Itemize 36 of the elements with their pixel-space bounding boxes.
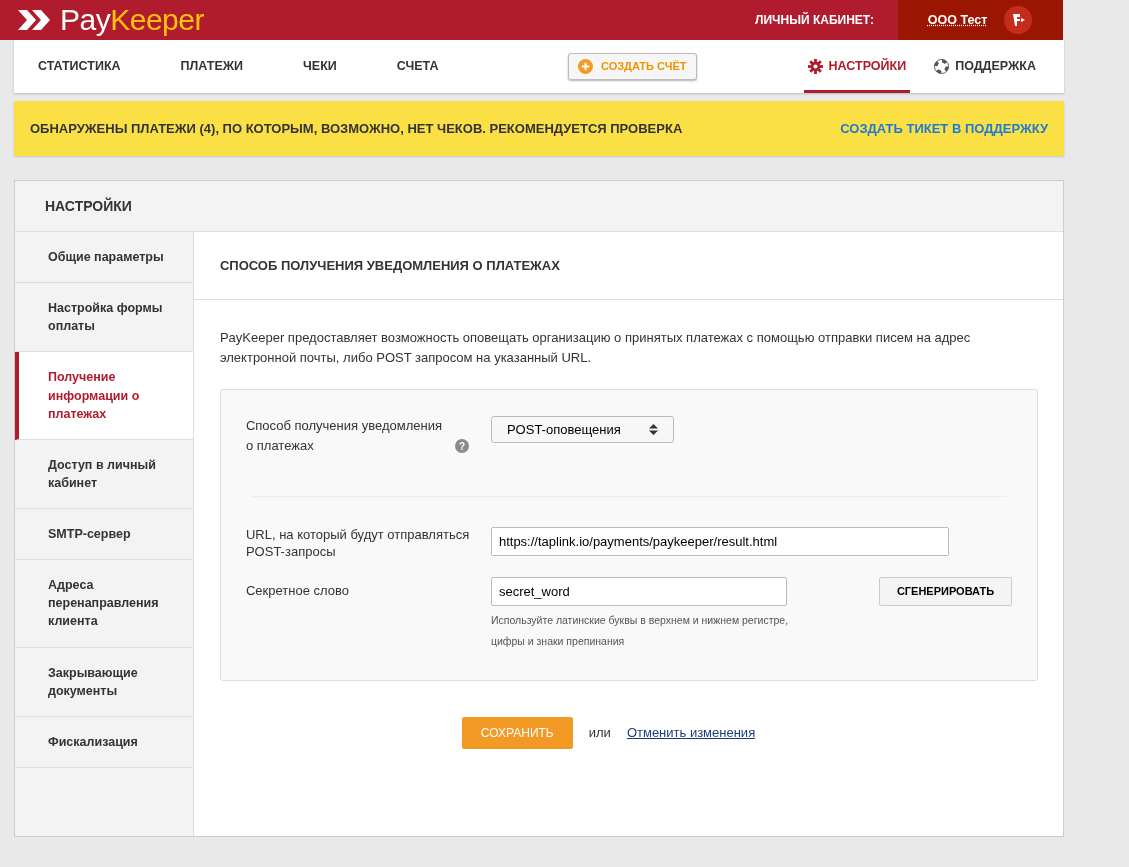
- generate-button[interactable]: СГЕНЕРИРОВАТЬ: [879, 577, 1012, 607]
- description-text: PayKeeper предоставляет возможность оповещать организацию о принятых платежах с помощью отправки писем на адрес электронной почты, либо POST запросом на указанный URL.: [218, 328, 972, 368]
- nav-tab[interactable]: ПЛАТЕЖИ: [180, 40, 243, 93]
- sidebar-item[interactable]: Доступ в личный кабинет: [15, 439, 193, 509]
- cancel-changes-link[interactable]: Отменить изменения: [626, 723, 756, 743]
- hint-text: Используйте латинские буквы в верхнем и нижнем регистре, цифры и знаки препинания: [490, 613, 790, 650]
- field-label: Способ получения уведомления о платежах: [245, 417, 443, 456]
- nav-tab[interactable]: СТАТИСТИКА: [38, 40, 121, 93]
- sidebar-item[interactable]: Фискализация: [15, 716, 193, 768]
- sidebar-item[interactable]: Адреса перенаправления клиента: [15, 560, 193, 648]
- field-label: URL, на который будут отправляться POST-запросы: [245, 527, 470, 560]
- cabinet-label: ЛИЧНЫЙ КАБИНЕТ:: [755, 11, 874, 29]
- sidebar-item[interactable]: Получение информации о платежах: [15, 352, 193, 440]
- nav-tab[interactable]: НАСТРОЙКИ: [803, 40, 911, 93]
- sidebar-item[interactable]: Закрывающие документы: [15, 647, 193, 717]
- sidebar-item[interactable]: Общие параметры: [15, 232, 193, 284]
- nav-tab[interactable]: ЧЕКИ: [303, 40, 337, 93]
- alert-message: ОБНАРУЖЕНЫ ПЛАТЕЖИ (4), ПО КОТОРЫМ, ВОЗМОЖНО, НЕТ ЧЕКОВ. РЕКОМЕНДУЕТСЯ ПРОВЕРКА: [30, 119, 683, 138]
- plus-icon: [578, 59, 593, 74]
- field-label: Секретное слово: [245, 583, 349, 599]
- sidebar-item[interactable]: SMTP-сервер: [15, 509, 193, 561]
- nav-tab[interactable]: ПОДДЕРЖКА: [930, 40, 1040, 93]
- or-text: или: [588, 724, 611, 743]
- secret-word-input-field[interactable]: secret_word: [490, 577, 787, 607]
- card-title: НАСТРОЙКИ: [45, 196, 132, 216]
- logo[interactable]: PayKeeper: [60, 5, 204, 35]
- logout-icon[interactable]: [1003, 5, 1034, 35]
- nav-tab[interactable]: СЧЕТА: [396, 40, 439, 93]
- gear-icon: [807, 59, 823, 74]
- logo-chevrons-icon: [16, 8, 52, 32]
- sort-arrows-icon: [648, 424, 658, 436]
- account-link[interactable]: ООО Тест: [927, 10, 988, 30]
- lifebuoy-icon: [934, 59, 950, 74]
- method-select[interactable]: POST-оповещения: [490, 416, 674, 444]
- section-title: СПОСОБ ПОЛУЧЕНИЯ УВЕДОМЛЕНИЯ О ПЛАТЕЖАХ: [219, 258, 560, 273]
- url-input-field[interactable]: https://taplink.io/payments/paykeeper/result.html: [490, 527, 949, 557]
